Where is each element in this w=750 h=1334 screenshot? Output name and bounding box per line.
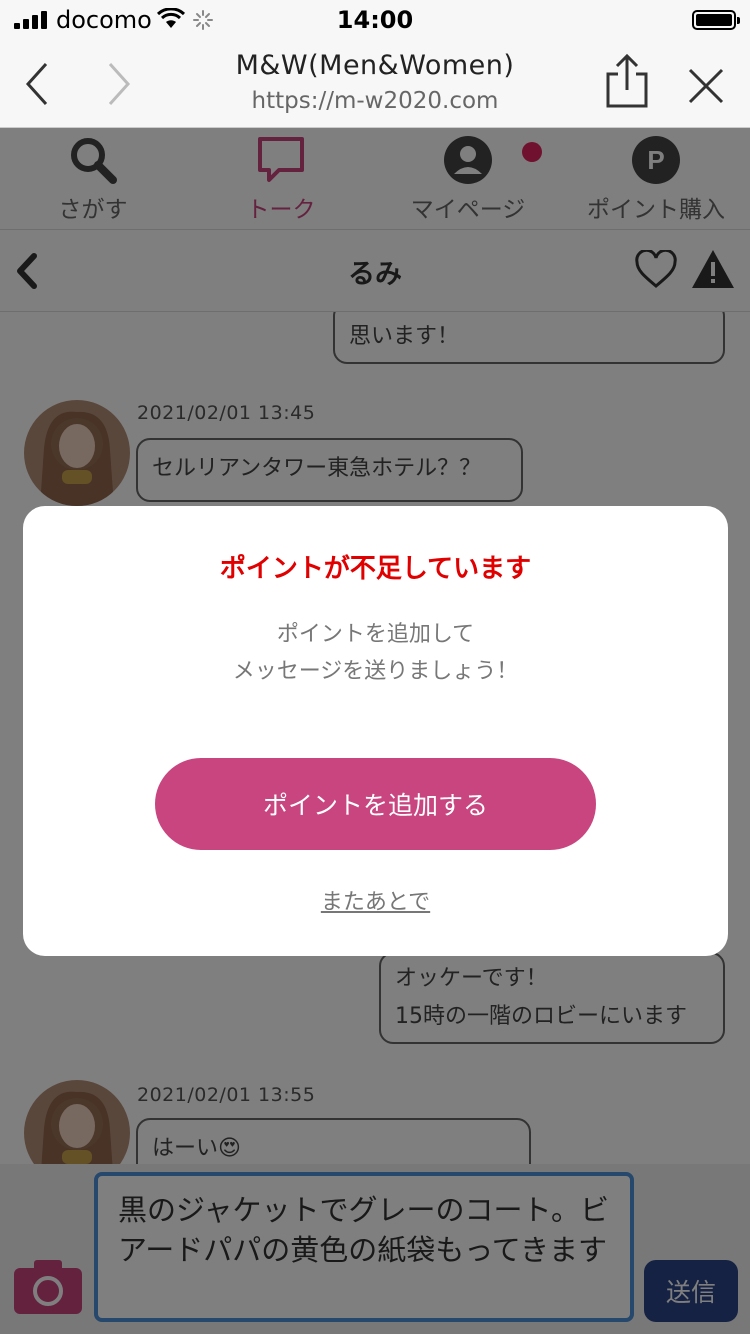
insufficient-points-modal: ポイントが不足しています ポイントを追加して メッセージを送りましょう！ ポイン… xyxy=(23,506,728,956)
battery-icon xyxy=(692,10,740,30)
close-icon[interactable] xyxy=(686,66,726,106)
status-time: 14:00 xyxy=(336,6,414,34)
share-icon[interactable] xyxy=(604,54,650,110)
browser-bar: M&W(Men&Women) https://m-w2020.com xyxy=(0,40,750,128)
modal-body: ポイントを追加して メッセージを送りましょう！ xyxy=(23,616,728,690)
status-bar: docomo 14:00 xyxy=(0,0,750,40)
modal-body-line: ポイントを追加して xyxy=(276,622,475,647)
modal-title: ポイントが不足しています xyxy=(219,554,532,584)
later-link[interactable]: またあとで xyxy=(23,884,728,916)
add-points-button[interactable]: ポイントを追加する xyxy=(155,758,596,850)
modal-body-line: メッセージを送りましょう！ xyxy=(232,659,519,684)
